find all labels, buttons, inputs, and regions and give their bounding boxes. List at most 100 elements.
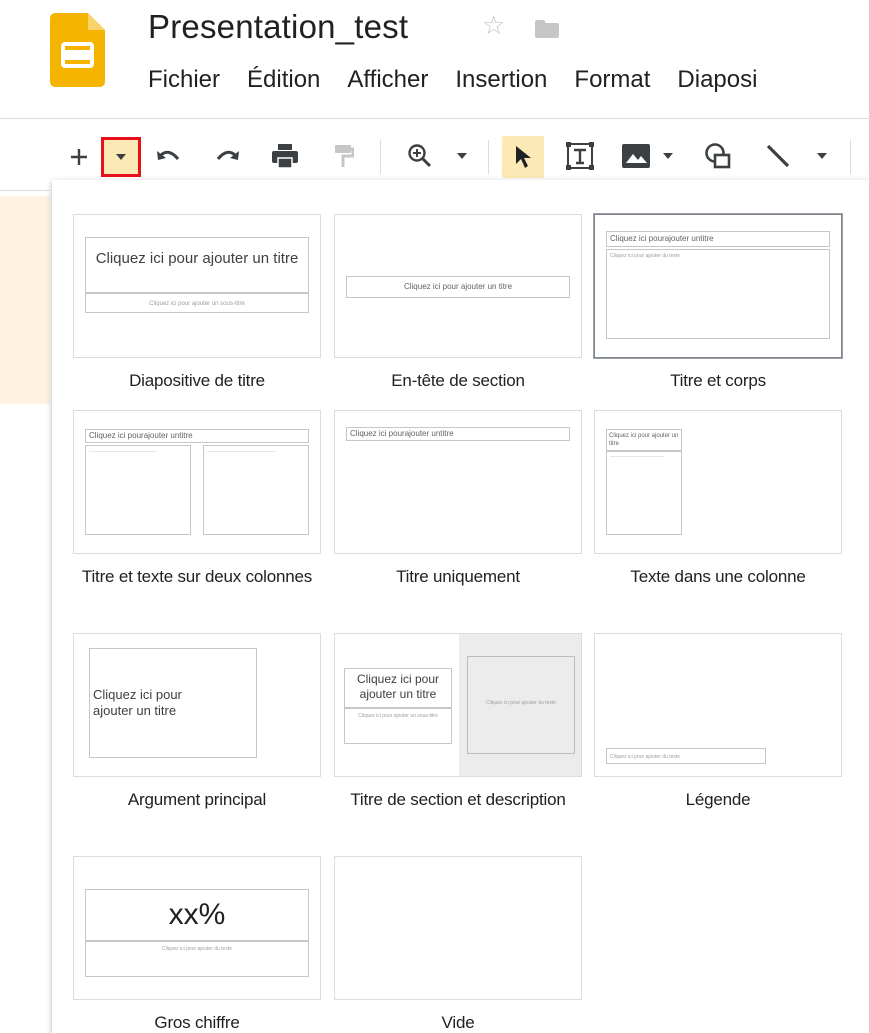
layout-label: Titre et corps [670, 371, 766, 390]
thumb-body-placeholder [606, 451, 682, 535]
select-tool-button[interactable] [502, 136, 544, 178]
layout-thumbnail: Cliquez ici pourajouter untitre [73, 410, 321, 554]
header-divider [0, 118, 869, 119]
layout-option-title-only[interactable]: Cliquez ici pourajouter untitre Titre un… [334, 410, 582, 589]
folder-icon[interactable] [535, 20, 559, 38]
dropdown-caret-icon [116, 154, 126, 160]
menu-edit[interactable]: Édition [247, 66, 320, 94]
line-icon [766, 144, 790, 168]
paint-format-button[interactable] [328, 140, 358, 172]
undo-icon [157, 150, 180, 160]
thumb-body-placeholder: Cliquez ici pour ajouter du texte [85, 941, 309, 977]
filmstrip-selected-slide[interactable] [0, 196, 50, 404]
layout-thumbnail: Cliquez ici pourajouter untitre Cliquez … [594, 214, 842, 358]
thumb-title-placeholder: Cliquez ici pourajouter untitre [606, 231, 830, 247]
layout-option-main-point[interactable]: Cliquez ici pour ajouter un titre Argume… [73, 633, 321, 812]
layout-option-one-column-text[interactable]: Cliquez ici pour ajouter un titre Texte … [594, 410, 842, 589]
toolbar-separator [850, 140, 851, 174]
menu-slide[interactable]: Diaposi [677, 66, 757, 94]
new-slide-layout-dropdown-button[interactable] [101, 137, 141, 177]
menu-format[interactable]: Format [574, 66, 650, 94]
image-button[interactable] [618, 140, 654, 172]
layout-option-caption[interactable]: Cliquez ici pour ajouter du texte Légend… [594, 633, 842, 812]
new-slide-button[interactable] [64, 140, 94, 174]
image-icon [622, 144, 650, 168]
layout-thumbnail: Cliquez ici pourajouter untitre [334, 410, 582, 554]
zoom-icon [408, 144, 432, 168]
chevron-down-icon [663, 153, 673, 159]
print-icon [272, 144, 298, 169]
select-cursor-icon [516, 146, 531, 168]
thumb-caption-placeholder: Cliquez ici pour ajouter du texte [606, 748, 766, 764]
layout-label: Diapositive de titre [129, 371, 265, 390]
shape-button[interactable] [700, 138, 736, 174]
thumb-left-column-placeholder [85, 445, 191, 535]
layout-thumbnail: xx% Cliquez ici pour ajouter du texte [73, 856, 321, 1000]
plus-icon [71, 149, 87, 165]
slide-layout-menu: Cliquez ici pour ajouter un titre Clique… [52, 180, 869, 1033]
layout-label: Texte dans une colonne [630, 567, 806, 586]
thumb-number-placeholder: xx% [85, 889, 309, 941]
document-title[interactable]: Presentation_test [148, 8, 408, 46]
paint-format-icon [335, 145, 354, 167]
layout-option-section-title-and-description[interactable]: Cliquez ici pour ajouter du texte Clique… [334, 633, 582, 812]
redo-button[interactable] [212, 142, 244, 172]
layout-option-two-columns[interactable]: Cliquez ici pourajouter untitre Titre et… [73, 410, 321, 589]
toolbar-separator [488, 140, 489, 174]
thumb-title-placeholder: Cliquez ici pour ajouter un titre [85, 237, 309, 293]
thumb-subtitle-placeholder: Cliquez ici pour ajouter un sous-titre [344, 708, 452, 744]
layout-label: Légende [685, 790, 751, 809]
line-dropdown-button[interactable] [814, 148, 830, 164]
toolbar-separator [380, 140, 381, 174]
thumb-title-placeholder: Cliquez ici pour ajouter un titre [344, 668, 452, 708]
layout-label: Titre et texte sur deux colonnes [81, 567, 313, 586]
layout-label: Titre de section et description [350, 790, 566, 809]
layout-thumbnail [334, 856, 582, 1000]
layout-thumbnail: Cliquez ici pour ajouter du texte [594, 633, 842, 777]
menu-insert[interactable]: Insertion [455, 66, 547, 94]
thumb-body-placeholder: Cliquez ici pour ajouter du texte [467, 656, 575, 754]
layout-option-title-slide[interactable]: Cliquez ici pour ajouter un titre Clique… [73, 214, 321, 393]
layout-thumbnail: Cliquez ici pour ajouter un titre [334, 214, 582, 358]
thumb-title-placeholder: Cliquez ici pourajouter untitre [346, 427, 570, 441]
layout-thumbnail: Cliquez ici pour ajouter un titre [594, 410, 842, 554]
layout-label: En-tête de section [391, 371, 525, 390]
toolbar [0, 128, 869, 186]
layout-thumbnail: Cliquez ici pour ajouter du texte Clique… [334, 633, 582, 777]
menu-view[interactable]: Afficher [347, 66, 428, 94]
thumb-title-placeholder: Cliquez ici pour ajouter un titre [346, 276, 570, 298]
thumb-body-placeholder: Cliquez ici pour ajouter du texte [606, 249, 830, 339]
menu-bar: Fichier Édition Afficher Insertion Forma… [148, 66, 757, 94]
thumb-right-column-placeholder [203, 445, 309, 535]
zoom-dropdown-button[interactable] [454, 148, 470, 164]
chevron-down-icon [457, 153, 467, 159]
star-icon[interactable]: ☆ [482, 12, 505, 38]
shape-icon [705, 143, 731, 169]
slides-logo-icon [50, 13, 105, 87]
thumb-title-placeholder: Cliquez ici pour ajouter un titre [89, 648, 257, 758]
undo-button[interactable] [152, 142, 184, 172]
layout-label: Titre uniquement [396, 567, 520, 586]
layout-label: Gros chiffre [154, 1013, 240, 1032]
layout-label: Vide [441, 1013, 475, 1032]
thumb-title-placeholder: Cliquez ici pour ajouter un titre [606, 429, 682, 451]
menu-file[interactable]: Fichier [148, 66, 220, 94]
layout-thumbnail: Cliquez ici pour ajouter un titre Clique… [73, 214, 321, 358]
filmstrip-divider [0, 190, 50, 191]
text-box-button[interactable] [562, 138, 598, 174]
chevron-down-icon [817, 153, 827, 159]
layout-option-section-header[interactable]: Cliquez ici pour ajouter un titre En-têt… [334, 214, 582, 393]
layout-label: Argument principal [127, 790, 267, 809]
zoom-button[interactable] [404, 140, 436, 172]
image-dropdown-button[interactable] [660, 148, 676, 164]
layout-thumbnail: Cliquez ici pour ajouter un titre [73, 633, 321, 777]
redo-icon [216, 150, 239, 160]
print-button[interactable] [268, 140, 302, 172]
layout-option-big-number[interactable]: xx% Cliquez ici pour ajouter du texte Gr… [73, 856, 321, 1033]
layout-option-blank[interactable]: Vide [334, 856, 582, 1033]
line-button[interactable] [760, 138, 796, 174]
thumb-subtitle-placeholder: Cliquez ici pour ajouter un sous-titre [85, 293, 309, 313]
text-box-icon [566, 142, 594, 170]
layout-option-title-and-body[interactable]: Cliquez ici pourajouter untitre Cliquez … [594, 214, 842, 393]
thumb-title-placeholder: Cliquez ici pourajouter untitre [85, 429, 309, 443]
